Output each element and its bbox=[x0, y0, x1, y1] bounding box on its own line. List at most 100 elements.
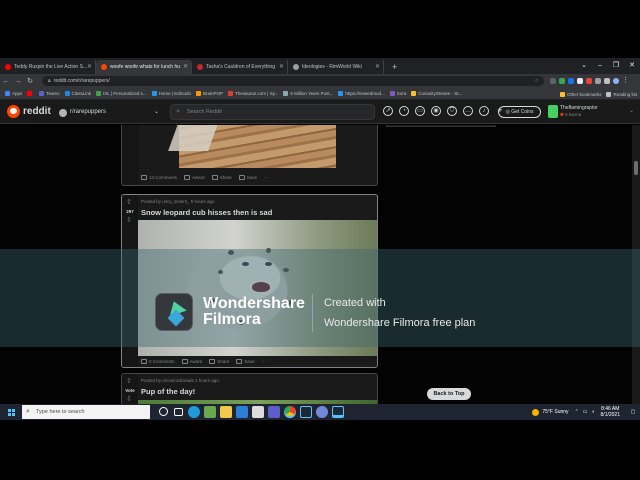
all-icon[interactable]: ◔ bbox=[399, 106, 409, 116]
apps-grid-icon bbox=[5, 91, 10, 96]
downvote-arrow-icon[interactable]: ⇩ bbox=[126, 395, 132, 403]
extension-icon[interactable] bbox=[586, 78, 592, 84]
post-card[interactable]: 14 Comments Award Share Save ··· bbox=[121, 125, 378, 186]
comments-button[interactable]: 14 Comments bbox=[141, 174, 177, 180]
bell-icon[interactable]: ♪ bbox=[479, 106, 489, 116]
bookmark-classlink[interactable]: ClassLink bbox=[64, 91, 92, 96]
bookmark-label: ClassLink bbox=[71, 91, 92, 96]
volume-icon[interactable]: ◖ bbox=[592, 409, 595, 415]
share-button[interactable]: Share bbox=[211, 174, 232, 180]
chat-icon[interactable]: … bbox=[463, 106, 473, 116]
browser-tab-4[interactable]: Ideologies - RimWorld Wiki ✕ bbox=[288, 60, 384, 74]
post-image[interactable] bbox=[179, 125, 336, 168]
browser-tab-3[interactable]: Tasha's Cauldron of Everything ✕ bbox=[192, 60, 288, 74]
bookmark-curiositystream[interactable]: CuriosityStream - St... bbox=[411, 91, 462, 96]
community-dropdown[interactable]: r/rarepuppers ⌄ bbox=[56, 106, 161, 119]
extension-icon[interactable] bbox=[550, 78, 556, 84]
chrome-icon[interactable] bbox=[284, 406, 296, 418]
puzzle-icon[interactable] bbox=[604, 78, 610, 84]
comments-button[interactable]: 0 Comments bbox=[141, 358, 175, 364]
reading-list[interactable]: Reading list bbox=[606, 91, 637, 97]
back-arrow-icon[interactable]: ← bbox=[0, 78, 12, 85]
reddit-wordmark[interactable]: reddit bbox=[23, 106, 51, 117]
get-coins-button[interactable]: ◎ Get Coins bbox=[498, 106, 541, 118]
store-icon[interactable] bbox=[252, 406, 264, 418]
popular-icon[interactable]: ↗ bbox=[383, 106, 393, 116]
start-button[interactable] bbox=[0, 404, 22, 420]
menu-kebab-icon[interactable]: ⋮ bbox=[622, 77, 629, 84]
close-tab-icon[interactable]: ✕ bbox=[87, 60, 92, 74]
bookmark-newedmodo[interactable]: https://newedmod... bbox=[338, 91, 385, 96]
bookmark-sora[interactable]: Sora bbox=[389, 91, 406, 96]
share-button[interactable]: Share bbox=[209, 358, 229, 364]
bookmark-5-million-years[interactable]: 5 Million Years Post... bbox=[283, 91, 333, 96]
task-view-icon[interactable] bbox=[174, 408, 183, 416]
back-to-top-button[interactable]: Back to Top bbox=[427, 388, 471, 400]
extension-icon[interactable] bbox=[577, 78, 583, 84]
reddit-favicon-icon bbox=[101, 64, 107, 70]
reddit-search-input[interactable]: ⌕ Search Reddit bbox=[170, 104, 375, 120]
bookmark-brainpop[interactable]: BrainPOP bbox=[196, 91, 223, 96]
close-tab-icon[interactable]: ✕ bbox=[279, 60, 284, 74]
teams-icon[interactable] bbox=[268, 406, 280, 418]
new-tab-button[interactable]: + bbox=[384, 60, 405, 74]
bookmark-teams[interactable]: Teams bbox=[39, 91, 60, 96]
reload-icon[interactable]: ↻ bbox=[24, 77, 36, 85]
steam-icon[interactable] bbox=[300, 406, 312, 418]
maximize-icon[interactable]: ❐ bbox=[608, 58, 624, 74]
network-icon[interactable]: ▭ bbox=[583, 409, 588, 415]
close-window-icon[interactable]: ✕ bbox=[624, 58, 640, 74]
forward-arrow-icon[interactable]: → bbox=[12, 78, 24, 85]
more-options-button[interactable]: ··· bbox=[264, 175, 269, 180]
award-label: Award bbox=[189, 358, 203, 364]
clock[interactable]: 8:46 AM 8/1/2021 bbox=[601, 406, 620, 418]
vote-column bbox=[122, 125, 138, 185]
notification-icon[interactable]: ▢ bbox=[626, 409, 640, 415]
extension-icon[interactable] bbox=[595, 78, 601, 84]
rpan-icon[interactable]: ◉ bbox=[431, 106, 441, 116]
award-button[interactable]: Award bbox=[184, 174, 205, 180]
minimize-icon[interactable]: – bbox=[592, 58, 608, 74]
post-title[interactable]: Snow leopard cub hisses then is sad bbox=[141, 208, 272, 217]
shield-icon[interactable]: ⛉ bbox=[447, 106, 457, 116]
extension-icon[interactable] bbox=[559, 78, 565, 84]
tab-search-icon[interactable]: ⌄ bbox=[576, 58, 592, 74]
upvote-arrow-icon[interactable]: ⇧ bbox=[126, 377, 132, 385]
address-bar[interactable]: 🔒︎ reddit.com/r/rarepuppers/ ☆ bbox=[42, 76, 544, 86]
post-title[interactable]: Pup of the day! bbox=[141, 387, 195, 396]
steam-icon[interactable] bbox=[332, 406, 344, 418]
video-icon[interactable]: ▭ bbox=[415, 106, 425, 116]
bookmark-thesaurus[interactable]: Thesaurus.com | Sy... bbox=[228, 91, 278, 96]
cortana-icon[interactable] bbox=[159, 407, 168, 416]
filmora-logo-icon bbox=[155, 293, 193, 331]
edge-icon[interactable] bbox=[188, 406, 200, 418]
save-button[interactable]: Save bbox=[238, 174, 257, 180]
profile-avatar-icon[interactable] bbox=[613, 78, 619, 84]
browser-tab-2[interactable]: woofe woofe whats for lunch hu ✕ bbox=[96, 60, 192, 74]
more-options-button[interactable]: ··· bbox=[261, 359, 266, 364]
bookmark-edmodo[interactable]: Home | Edmodo bbox=[151, 91, 191, 96]
upvote-arrow-icon[interactable]: ⇧ bbox=[126, 198, 132, 206]
bookmark-apps[interactable]: Apps bbox=[5, 91, 22, 96]
photos-icon[interactable] bbox=[204, 406, 216, 418]
tray-chevron-icon[interactable]: ⌃ bbox=[575, 409, 579, 415]
user-menu[interactable]: Theflamingraptor ✱ 0 karma ⌄ bbox=[548, 104, 636, 120]
taskbar-search-input[interactable]: ⌕ Type here to search bbox=[22, 405, 150, 419]
extension-icon[interactable] bbox=[568, 78, 574, 84]
downvote-arrow-icon[interactable]: ⇩ bbox=[126, 216, 132, 224]
close-tab-icon[interactable]: ✕ bbox=[375, 60, 380, 74]
award-button[interactable]: Award bbox=[181, 358, 203, 364]
close-tab-icon[interactable]: ✕ bbox=[183, 60, 188, 74]
scrollbar-thumb[interactable] bbox=[634, 161, 638, 175]
other-bookmarks[interactable]: Other bookmarks bbox=[559, 91, 601, 97]
browser-tab-1[interactable]: Teddy Ruxpin the Live Action S... ✕ bbox=[0, 60, 96, 74]
bookmark-youtube[interactable] bbox=[27, 91, 34, 96]
bookmark-star-icon[interactable]: ☆ bbox=[535, 76, 539, 86]
file-explorer-icon[interactable] bbox=[220, 406, 232, 418]
post-card[interactable]: ⇧ Vote ⇩ Posted by u/cosmicbreads 1 hour… bbox=[121, 373, 378, 408]
bookmark-ixl[interactable]: IXL | Personalized s... bbox=[96, 91, 147, 96]
mail-icon[interactable] bbox=[236, 406, 248, 418]
discord-icon[interactable] bbox=[316, 406, 328, 418]
save-button[interactable]: Save bbox=[236, 358, 254, 364]
weather-text[interactable]: 75°F Sunny bbox=[542, 409, 568, 415]
